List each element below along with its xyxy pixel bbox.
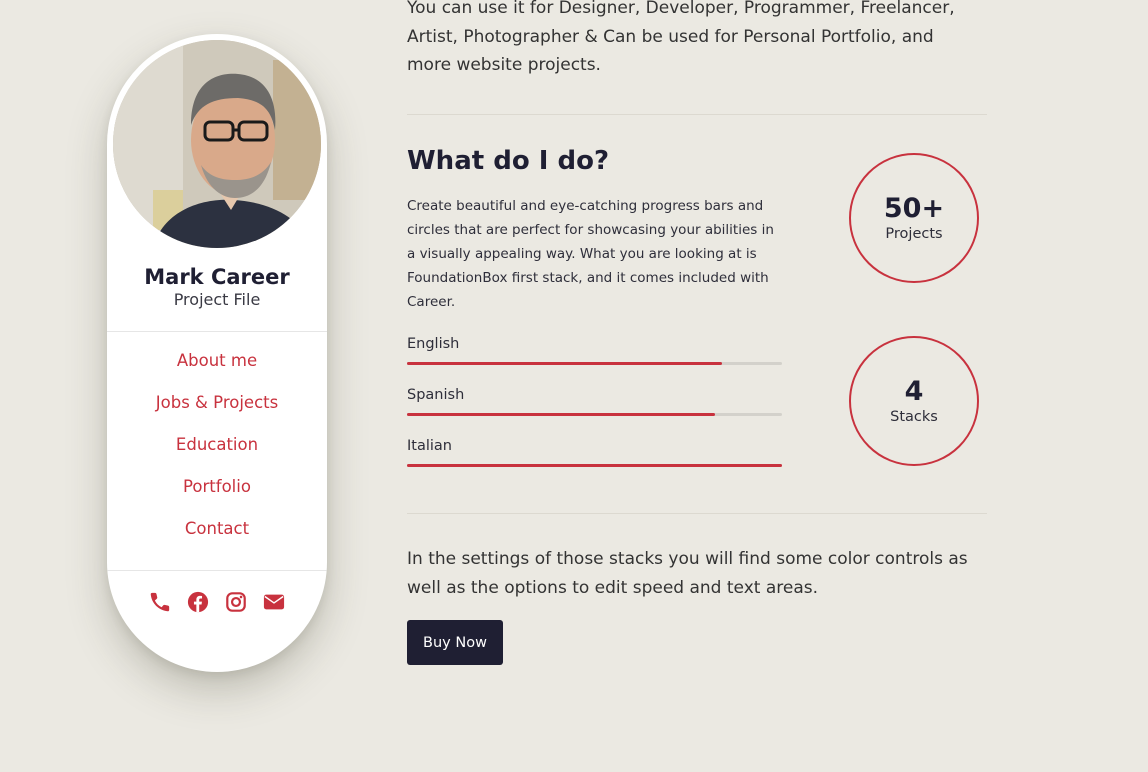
progress-bar [407,464,782,467]
stat-circle-stacks: 4 Stacks [849,336,979,466]
buy-now-button[interactable]: Buy Now [407,620,503,665]
intro-text: You can use it for Designer, Developer, … [407,0,955,75]
stat-value: 4 [904,376,924,407]
progress-bar [407,362,782,365]
skill-label: Spanish [407,387,465,403]
nav-education[interactable]: Education [107,431,327,473]
skill-label: English [407,336,460,352]
profile-name: Mark Career [144,265,290,289]
envelope-icon[interactable] [262,590,286,614]
page: Mark Career Project File About me Jobs &… [0,0,1148,772]
outro-text: In the settings of those stacks you will… [407,549,968,598]
divider [407,114,987,115]
avatar [113,40,321,248]
skill-item: Spanish [407,387,782,438]
stat-label: Stacks [890,409,938,425]
phone-icon[interactable] [148,590,172,614]
section-description: Create beautiful and eye-catching progre… [407,198,774,310]
divider [407,513,987,514]
stat-label: Projects [885,226,943,242]
profile-card: Mark Career Project File About me Jobs &… [107,34,327,672]
nav-portfolio[interactable]: Portfolio [107,473,327,515]
progress-bar-fill [407,413,715,416]
avatar-photo [113,40,321,248]
sidebar-nav: About me Jobs & Projects Education Portf… [107,347,327,557]
social-links [107,590,327,614]
skill-label: Italian [407,438,452,454]
skill-item: Italian [407,438,782,489]
instagram-icon[interactable] [224,590,248,614]
skills-list: English Spanish Italian [407,336,782,489]
divider [107,570,327,571]
stat-circle-projects: 50+ Projects [849,153,979,283]
progress-bar-fill [407,362,722,365]
facebook-icon[interactable] [186,590,210,614]
nav-jobs-projects[interactable]: Jobs & Projects [107,389,327,431]
progress-bar-fill [407,464,782,467]
divider [107,331,327,332]
section-heading: What do I do? [407,146,610,176]
stat-value: 50+ [883,193,945,224]
skill-item: English [407,336,782,387]
nav-contact[interactable]: Contact [107,515,327,557]
nav-about-me[interactable]: About me [107,347,327,389]
profile-role: Project File [173,290,261,309]
progress-bar [407,413,782,416]
